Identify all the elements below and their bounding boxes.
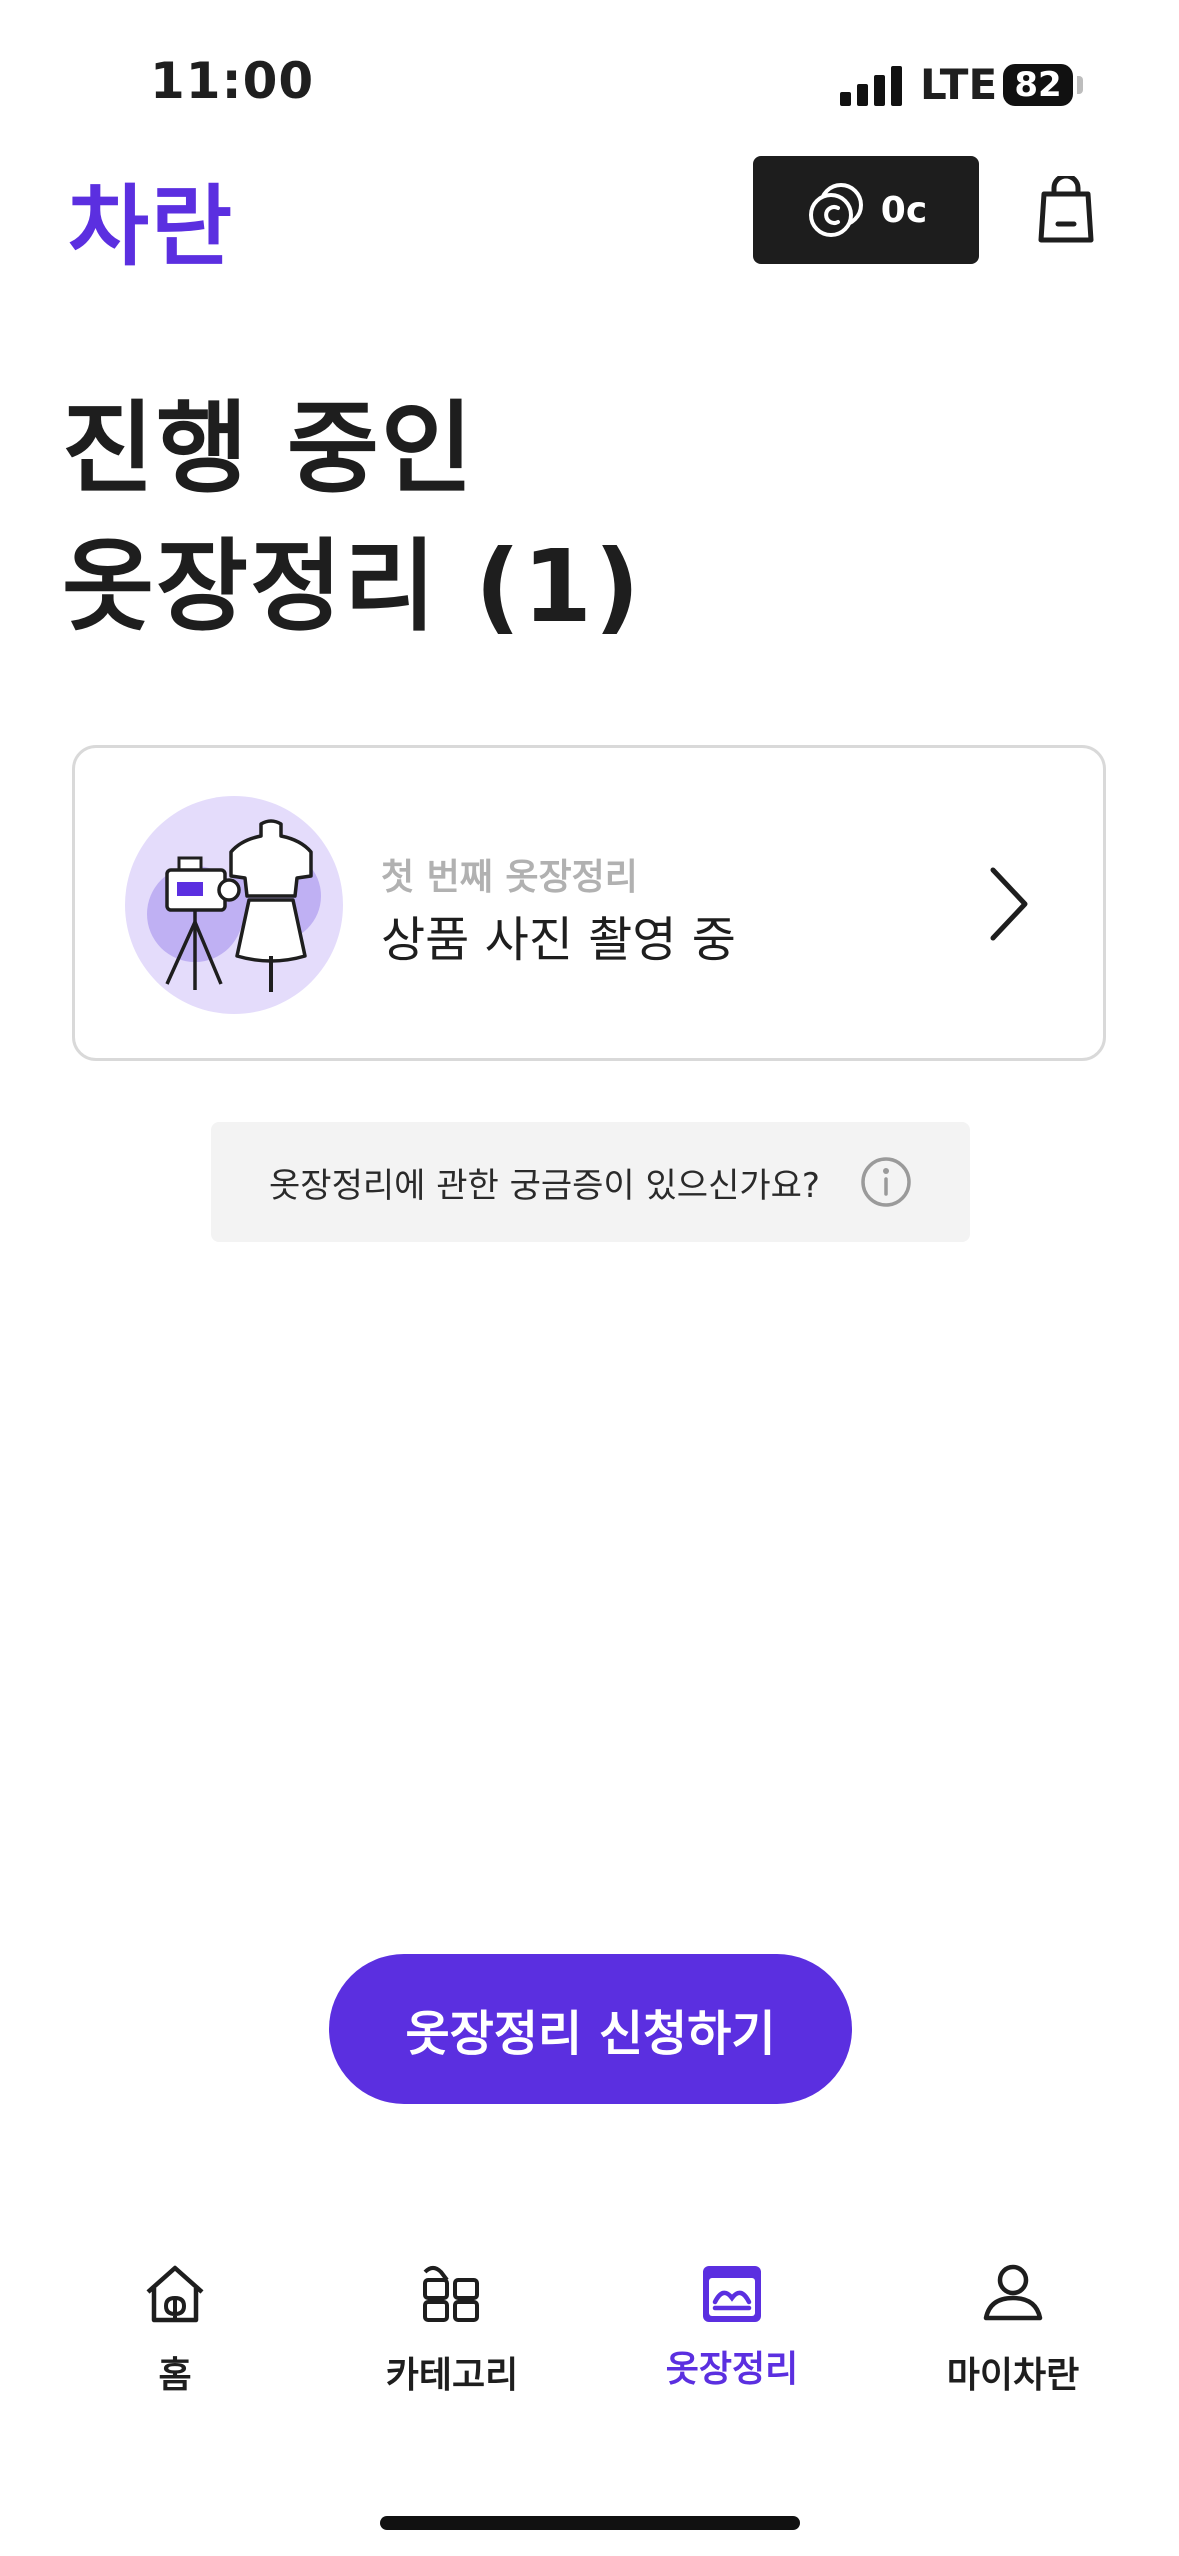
home-icon [146, 2265, 204, 2323]
tab-my[interactable]: 마이차란 [903, 2262, 1123, 2398]
apply-closet-button[interactable]: 옷장정리 신청하기 [329, 1954, 852, 2104]
tab-closet[interactable]: 옷장정리 [622, 2262, 842, 2392]
faq-banner[interactable]: 옷장정리에 관한 궁금증이 있으신가요? [211, 1122, 970, 1242]
category-icon [423, 2266, 479, 2322]
profile-icon [983, 2264, 1043, 2321]
photo-shoot-illustration [125, 796, 343, 1014]
battery-icon: 82 [1003, 64, 1073, 106]
closet-icon [703, 2266, 761, 2322]
page-title-line2: 옷장정리 (1) [62, 528, 642, 645]
info-icon [861, 1157, 911, 1207]
tab-home[interactable]: 홈 [65, 2262, 285, 2398]
status-time: 11:00 [150, 52, 315, 110]
card-status: 상품 사진 촬영 중 [381, 912, 736, 968]
battery-tip [1077, 76, 1083, 94]
network-label: LTE [920, 60, 998, 109]
faq-text: 옷장정리에 관한 궁금증이 있으신가요? [269, 1165, 820, 1206]
coins-icon [808, 183, 863, 237]
page-title: 진행 중인 옷장정리 (1) [62, 380, 642, 656]
home-indicator[interactable] [380, 2516, 800, 2530]
shopping-bag-icon[interactable] [1036, 176, 1096, 244]
closet-progress-card[interactable]: 첫 번째 옷장정리 상품 사진 촬영 중 [72, 745, 1106, 1061]
tab-category[interactable]: 카테고리 [342, 2262, 562, 2398]
tab-closet-label: 옷장정리 [665, 2349, 799, 2390]
tab-category-label: 카테고리 [385, 2355, 519, 2396]
card-subtitle: 첫 번째 옷장정리 [381, 857, 638, 898]
credit-button[interactable]: 0c [753, 156, 979, 264]
page-title-line1: 진행 중인 [62, 390, 475, 507]
tab-my-label: 마이차란 [946, 2355, 1080, 2396]
chevron-right-icon [990, 867, 1028, 941]
tab-home-label: 홈 [158, 2355, 192, 2396]
app-logo[interactable]: 차란 [68, 156, 234, 283]
credit-value: 0c [880, 189, 928, 231]
signal-icon [840, 66, 902, 106]
